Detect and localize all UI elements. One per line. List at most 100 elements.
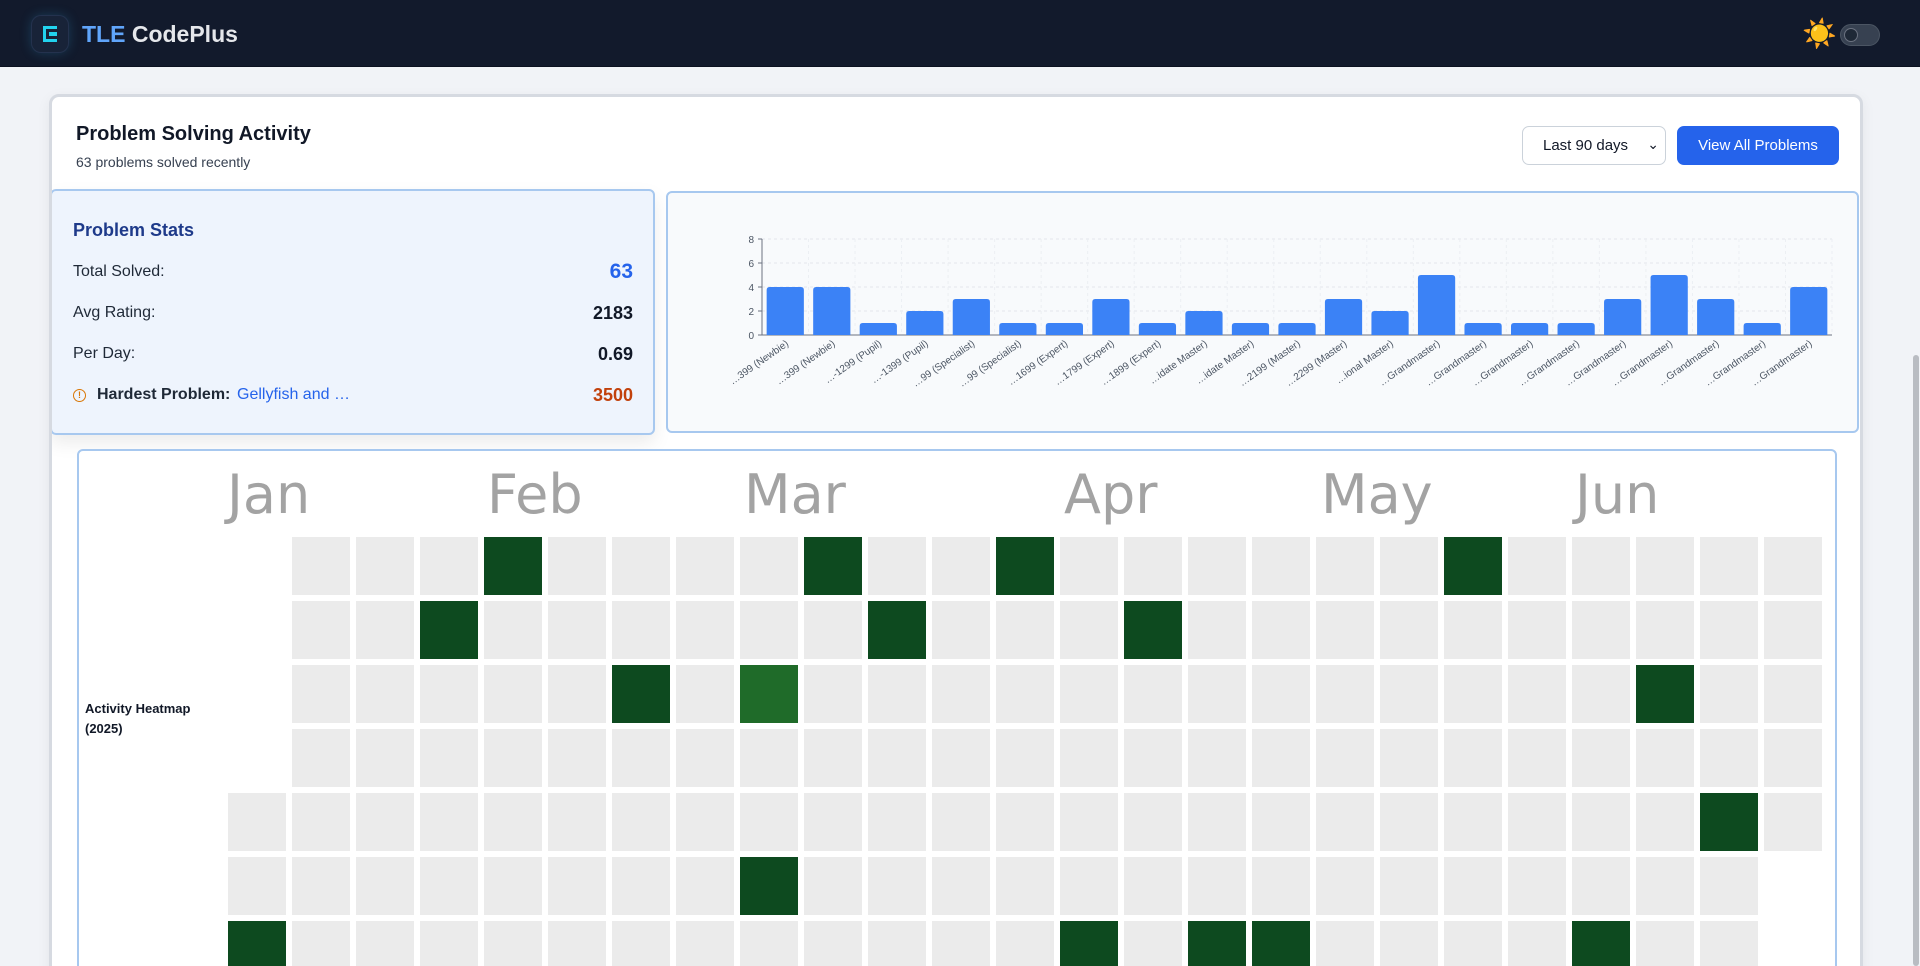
heatmap-cell[interactable] bbox=[740, 857, 798, 915]
logo-icon[interactable] bbox=[32, 16, 68, 52]
heatmap-cell[interactable] bbox=[1124, 601, 1182, 659]
heatmap-cell[interactable] bbox=[740, 537, 798, 595]
heatmap-cell[interactable] bbox=[420, 793, 478, 851]
heatmap-cell[interactable] bbox=[1124, 729, 1182, 787]
heatmap-cell[interactable] bbox=[1636, 793, 1694, 851]
heatmap-cell[interactable] bbox=[1636, 921, 1694, 966]
heatmap-cell[interactable] bbox=[1316, 921, 1374, 966]
heatmap-cell[interactable] bbox=[1188, 729, 1246, 787]
heatmap-cell[interactable] bbox=[1508, 857, 1566, 915]
heatmap-cell[interactable] bbox=[1124, 857, 1182, 915]
heatmap-cell[interactable] bbox=[676, 921, 734, 966]
heatmap-cell[interactable] bbox=[612, 857, 670, 915]
heatmap-cell[interactable] bbox=[932, 665, 990, 723]
heatmap-cell[interactable] bbox=[548, 729, 606, 787]
heatmap-cell[interactable] bbox=[1572, 921, 1630, 966]
heatmap-cell[interactable] bbox=[932, 729, 990, 787]
heatmap-cell[interactable] bbox=[1636, 537, 1694, 595]
heatmap-cell[interactable] bbox=[1060, 729, 1118, 787]
range-select[interactable]: Last 90 days ⌄ bbox=[1522, 126, 1666, 165]
scrollbar-thumb[interactable] bbox=[1913, 355, 1919, 966]
heatmap-cell[interactable] bbox=[676, 793, 734, 851]
heatmap-cell[interactable] bbox=[548, 857, 606, 915]
heatmap-cell[interactable] bbox=[1316, 537, 1374, 595]
heatmap-cell[interactable] bbox=[420, 857, 478, 915]
heatmap-cell[interactable] bbox=[804, 857, 862, 915]
heatmap-cell[interactable] bbox=[356, 537, 414, 595]
heatmap-cell[interactable] bbox=[740, 729, 798, 787]
heatmap-cell[interactable] bbox=[1380, 921, 1438, 966]
heatmap-cell[interactable] bbox=[1124, 537, 1182, 595]
heatmap-cell[interactable] bbox=[1764, 793, 1822, 851]
heatmap-cell[interactable] bbox=[1124, 665, 1182, 723]
heatmap-cell[interactable] bbox=[548, 537, 606, 595]
heatmap-cell[interactable] bbox=[1252, 857, 1310, 915]
heatmap-cell[interactable] bbox=[1380, 665, 1438, 723]
heatmap-cell[interactable] bbox=[1700, 601, 1758, 659]
heatmap-cell[interactable] bbox=[292, 921, 350, 966]
heatmap-cell[interactable] bbox=[804, 665, 862, 723]
heatmap-cell[interactable] bbox=[356, 921, 414, 966]
heatmap-cell[interactable] bbox=[420, 601, 478, 659]
heatmap-cell[interactable] bbox=[1060, 601, 1118, 659]
heatmap-cell[interactable] bbox=[292, 537, 350, 595]
heatmap-cell[interactable] bbox=[1380, 857, 1438, 915]
heatmap-cell[interactable] bbox=[1636, 601, 1694, 659]
heatmap-cell[interactable] bbox=[484, 857, 542, 915]
heatmap-cell[interactable] bbox=[548, 793, 606, 851]
heatmap-cell[interactable] bbox=[1380, 601, 1438, 659]
heatmap-cell[interactable] bbox=[356, 665, 414, 723]
heatmap-cell[interactable] bbox=[1636, 729, 1694, 787]
heatmap-cell[interactable] bbox=[676, 857, 734, 915]
heatmap-cell[interactable] bbox=[292, 665, 350, 723]
heatmap-cell[interactable] bbox=[292, 601, 350, 659]
heatmap-cell[interactable] bbox=[740, 793, 798, 851]
heatmap-cell[interactable] bbox=[484, 793, 542, 851]
heatmap-cell[interactable] bbox=[1572, 665, 1630, 723]
heatmap-cell[interactable] bbox=[228, 921, 286, 966]
hardest-problem-link[interactable]: Gellyfish and … bbox=[237, 386, 350, 404]
heatmap-cell[interactable] bbox=[612, 921, 670, 966]
heatmap-cell[interactable] bbox=[420, 921, 478, 966]
heatmap-cell[interactable] bbox=[996, 537, 1054, 595]
heatmap-cell[interactable] bbox=[1508, 921, 1566, 966]
heatmap-cell[interactable] bbox=[932, 537, 990, 595]
heatmap-cell[interactable] bbox=[868, 665, 926, 723]
heatmap-cell[interactable] bbox=[1700, 665, 1758, 723]
heatmap-cell[interactable] bbox=[1316, 729, 1374, 787]
heatmap-cell[interactable] bbox=[1252, 793, 1310, 851]
heatmap-cell[interactable] bbox=[676, 729, 734, 787]
heatmap-cell[interactable] bbox=[740, 601, 798, 659]
heatmap-cell[interactable] bbox=[548, 921, 606, 966]
heatmap-cell[interactable] bbox=[1572, 857, 1630, 915]
heatmap-cell[interactable] bbox=[1124, 793, 1182, 851]
heatmap-cell[interactable] bbox=[420, 729, 478, 787]
heatmap-cell[interactable] bbox=[1060, 793, 1118, 851]
heatmap-cell[interactable] bbox=[1444, 665, 1502, 723]
heatmap-cell[interactable] bbox=[996, 793, 1054, 851]
heatmap-cell[interactable] bbox=[1188, 601, 1246, 659]
brand-name[interactable]: TLE CodePlus bbox=[82, 20, 238, 48]
heatmap-cell[interactable] bbox=[932, 793, 990, 851]
heatmap-cell[interactable] bbox=[1060, 921, 1118, 966]
heatmap-cell[interactable] bbox=[1252, 537, 1310, 595]
heatmap-cell[interactable] bbox=[1700, 729, 1758, 787]
heatmap-cell[interactable] bbox=[1444, 857, 1502, 915]
heatmap-cell[interactable] bbox=[356, 729, 414, 787]
heatmap-cell[interactable] bbox=[868, 537, 926, 595]
heatmap-cell[interactable] bbox=[356, 857, 414, 915]
heatmap-cell[interactable] bbox=[228, 857, 286, 915]
heatmap-cell[interactable] bbox=[1188, 857, 1246, 915]
heatmap-cell[interactable] bbox=[228, 793, 286, 851]
heatmap-cell[interactable] bbox=[548, 665, 606, 723]
heatmap-cell[interactable] bbox=[1060, 857, 1118, 915]
heatmap-cell[interactable] bbox=[1316, 793, 1374, 851]
heatmap-cell[interactable] bbox=[868, 793, 926, 851]
heatmap-cell[interactable] bbox=[1252, 665, 1310, 723]
heatmap-cell[interactable] bbox=[1508, 729, 1566, 787]
heatmap-cell[interactable] bbox=[1444, 601, 1502, 659]
heatmap-cell[interactable] bbox=[1124, 921, 1182, 966]
heatmap-cell[interactable] bbox=[1572, 537, 1630, 595]
heatmap-cell[interactable] bbox=[1700, 857, 1758, 915]
heatmap-cell[interactable] bbox=[1700, 921, 1758, 966]
